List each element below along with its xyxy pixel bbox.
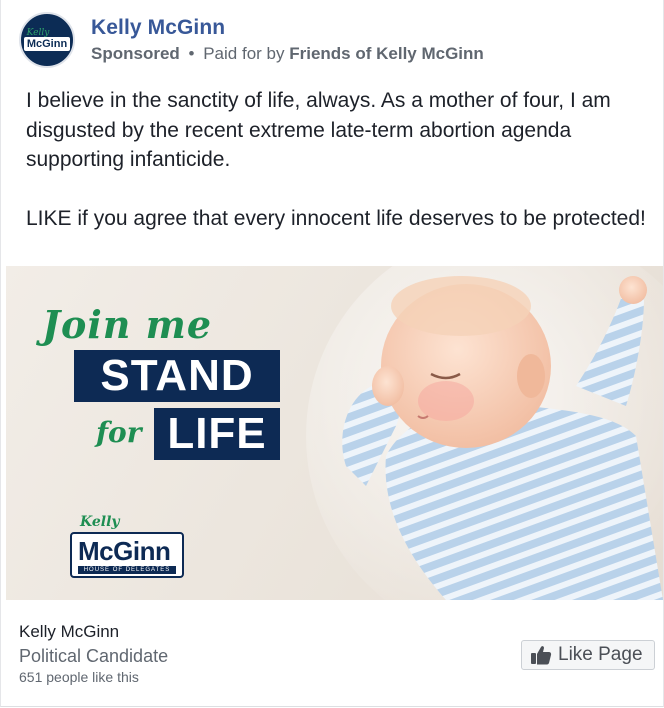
footer-page-name[interactable]: Kelly McGinn xyxy=(19,622,119,642)
life-banner: LIFE xyxy=(154,408,280,460)
sleeping-baby-illustration xyxy=(342,276,663,600)
mcginn-logo: Kelly McGinn HOUSE OF DELEGATES xyxy=(70,514,186,580)
paid-for-prefix: Paid for by xyxy=(203,44,285,63)
footer-like-count: 651 people like this xyxy=(19,669,139,685)
post-author-link[interactable]: Kelly McGinn xyxy=(91,16,225,40)
for-text: for xyxy=(96,416,142,449)
like-page-button[interactable]: Like Page xyxy=(521,640,655,670)
join-me-text: Join me xyxy=(42,302,213,347)
logo-box: McGinn HOUSE OF DELEGATES xyxy=(70,532,184,578)
post-text: I believe in the sanctity of life, alway… xyxy=(26,86,646,233)
post-header: Kelly McGinn Kelly McGinn Sponsored • Pa… xyxy=(19,12,653,72)
post-paragraph-1: I believe in the sanctity of life, alway… xyxy=(26,89,611,171)
like-page-label: Like Page xyxy=(558,644,643,665)
stand-banner: STAND xyxy=(74,350,280,402)
logo-name-text: McGinn xyxy=(78,536,171,566)
ad-image[interactable]: Join me STAND for LIFE Kelly McGinn HOUS… xyxy=(6,266,663,600)
thumbs-up-icon xyxy=(531,646,552,665)
avatar-mcginn-text: McGinn xyxy=(23,37,71,51)
logo-kelly-text: Kelly xyxy=(80,514,120,530)
page-avatar[interactable]: Kelly McGinn xyxy=(19,12,75,68)
sponsored-post-card: Kelly McGinn Kelly McGinn Sponsored • Pa… xyxy=(0,0,664,707)
post-paragraph-2: LIKE if you agree that every innocent li… xyxy=(26,206,646,230)
sponsored-label[interactable]: Sponsored xyxy=(91,44,180,63)
footer-page-category: Political Candidate xyxy=(19,646,169,666)
post-subline: Sponsored • Paid for by Friends of Kelly… xyxy=(91,44,484,64)
avatar-kelly-text: Kelly xyxy=(26,28,50,38)
separator-dot: • xyxy=(188,44,195,63)
post-footer: Kelly McGinn Political Candidate 651 peo… xyxy=(1,600,663,706)
paid-for-by-name[interactable]: Friends of Kelly McGinn xyxy=(289,44,484,63)
logo-subtitle: HOUSE OF DELEGATES xyxy=(78,566,176,574)
